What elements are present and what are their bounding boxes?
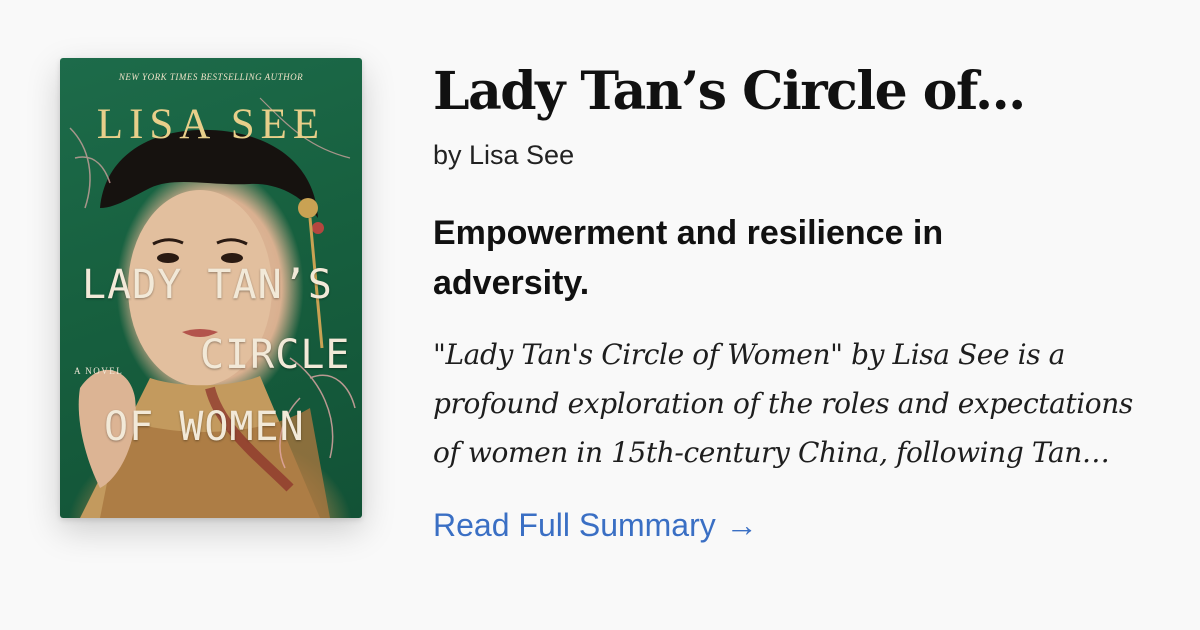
cover-title-line-3: OF WOMEN: [104, 404, 305, 450]
cover-kicker-text: NEW YORK TIMES BESTSELLING AUTHOR: [118, 72, 304, 82]
cover-title-line-1: LADY TAN’S: [82, 262, 333, 308]
book-tagline: Empowerment and resilience in adversity.: [433, 214, 944, 302]
book-summary-excerpt: "Lady Tan's Circle of Women" by Lisa See…: [433, 338, 1133, 469]
read-full-summary-link[interactable]: Read Full Summary →: [433, 507, 758, 544]
book-author-byline: by Lisa See: [433, 140, 575, 170]
cover-title-line-2: CIRCLE: [200, 332, 351, 378]
cover-author-name: LISA SEE: [96, 101, 326, 148]
read-full-summary-label: Read Full Summary: [433, 507, 716, 543]
arrow-right-icon: →: [725, 507, 758, 543]
book-summary-card: NEW YORK TIMES BESTSELLING AUTHOR LISA S…: [0, 0, 1200, 630]
book-title: Lady Tan’s Circle of...: [433, 61, 1026, 122]
book-cover-image[interactable]: NEW YORK TIMES BESTSELLING AUTHOR LISA S…: [60, 58, 362, 518]
cover-subtitle: A NOVEL: [74, 366, 124, 376]
